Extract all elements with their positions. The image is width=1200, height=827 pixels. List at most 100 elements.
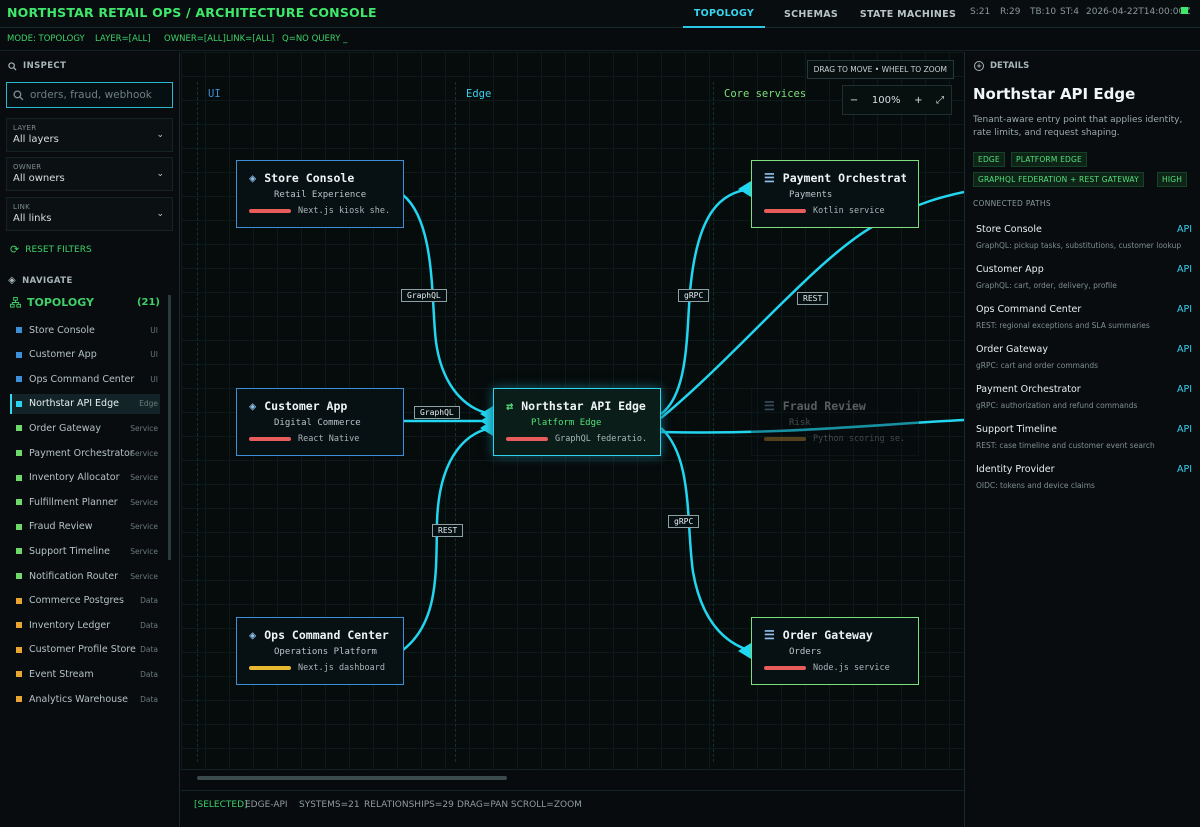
- filter-link: LINK=[ALL]: [226, 34, 275, 44]
- filter-summary-bar: MODE: TOPOLOGY LAYER=[ALL] OWNER=[ALL] L…: [0, 29, 1200, 51]
- canvas-horizontal-scrollbar[interactable]: [181, 769, 964, 789]
- owner-select[interactable]: OWNER All owners ⌄: [6, 157, 173, 191]
- sidebar-item-kind: Service: [130, 571, 158, 581]
- sidebar-item[interactable]: Customer App UI: [10, 345, 160, 365]
- fit-view-button[interactable]: ⤢: [936, 95, 944, 106]
- node-order-gateway[interactable]: ☰ Order Gateway Orders Node.js service: [751, 617, 919, 685]
- path-description: gRPC: authorization and refund commands: [976, 401, 1138, 410]
- node-customer-app[interactable]: ◈ Customer App Digital Commerce React Nat…: [236, 388, 404, 456]
- type-marker-icon: [16, 671, 22, 678]
- topology-canvas[interactable]: UI Edge Core services GraphQL GraphQL RE…: [181, 52, 964, 769]
- details-header: + DETAILS: [974, 61, 1029, 71]
- sidebar-item[interactable]: Inventory Ledger Data: [10, 615, 160, 635]
- connected-path-item[interactable]: Customer App API GraphQL: cart, order, del…: [970, 262, 1194, 300]
- footer-relationships: RELATIONSHIPS=29: [364, 800, 454, 810]
- connected-path-item[interactable]: Identity Provider API OIDC: tokens and dev…: [970, 462, 1194, 500]
- scrollbar-thumb[interactable]: [197, 776, 507, 780]
- path-name: Customer App: [976, 264, 1044, 275]
- zoom-controls: − 100% + ⤢: [842, 85, 952, 115]
- edge-store-to-api: [402, 194, 494, 416]
- sidebar-item-kind: Service: [130, 423, 158, 433]
- tab-topology[interactable]: TOPOLOGY: [683, 0, 765, 28]
- connected-path-item[interactable]: Ops Command Center API REST: regional exce…: [970, 302, 1194, 340]
- sidebar-item[interactable]: Payment Orchestrator Service: [10, 443, 160, 463]
- edge-label-customer-graphql[interactable]: GraphQL: [414, 406, 460, 419]
- reset-filters-button[interactable]: ⟳ RESET FILTERS: [10, 243, 92, 256]
- sidebar-scrollbar[interactable]: [168, 295, 171, 560]
- status-footer: [SELECTED] EDGE-API SYSTEMS=21 RELATIONS…: [181, 790, 964, 827]
- search-input[interactable]: [30, 89, 160, 101]
- sidebar-item[interactable]: Fulfillment Planner Service: [10, 492, 160, 512]
- app-title: NORTHSTAR RETAIL OPS / ARCHITECTURE CONS…: [7, 5, 377, 20]
- node-northstar-api-edge[interactable]: ⇄ Northstar API Edge Platform Edge GraphQ…: [493, 388, 661, 456]
- sidebar-item[interactable]: Commerce Postgres Data: [10, 591, 160, 611]
- type-marker-icon: [16, 597, 22, 604]
- reset-filters-label: RESET FILTERS: [25, 244, 92, 255]
- link-select[interactable]: LINK All links ⌄: [6, 197, 173, 231]
- connected-path-item[interactable]: Order Gateway API gRPC: cart and order com…: [970, 342, 1194, 380]
- edge-label-ops-rest[interactable]: REST: [432, 524, 464, 537]
- stat-state-machines: ST:4: [1060, 7, 1079, 17]
- sidebar-item[interactable]: Northstar API Edge Edge: [10, 393, 160, 414]
- path-kind: API: [1176, 264, 1192, 275]
- navigate-label: NAVIGATE: [22, 275, 73, 286]
- sidebar-item[interactable]: Store Console UI: [10, 320, 160, 340]
- owner-select-label: OWNER: [13, 163, 42, 171]
- sidebar-item-label: Payment Orchestrator: [29, 447, 134, 459]
- sidebar-item[interactable]: Notification Router Service: [10, 566, 160, 586]
- sidebar-item[interactable]: Analytics Warehouse Data: [10, 689, 160, 709]
- stat-trust-boundaries: TB:10: [1030, 7, 1057, 17]
- zoom-level: 100%: [871, 94, 901, 106]
- footer-hint: DRAG=PAN SCROLL=ZOOM: [457, 800, 582, 810]
- sidebar-item-label: Order Gateway: [29, 422, 101, 434]
- edge-label-order-grpc[interactable]: gRPC: [668, 515, 700, 528]
- sidebar-item[interactable]: Event Stream Data: [10, 664, 160, 684]
- type-marker-icon: [16, 646, 22, 653]
- sidebar-item[interactable]: Fraud Review Service: [10, 517, 160, 537]
- connected-path-item[interactable]: Support Timeline API REST: case timeline a…: [970, 422, 1194, 460]
- sidebar-item[interactable]: Support Timeline Service: [10, 541, 160, 561]
- type-marker-icon: [16, 523, 22, 530]
- edge-label-payment-grpc[interactable]: gRPC: [678, 289, 710, 302]
- node-tech: Node.js service: [813, 663, 890, 673]
- inspect-header: INSPECT: [8, 61, 66, 71]
- type-marker-icon: [16, 696, 22, 702]
- search-box[interactable]: [6, 82, 173, 108]
- stat-relationships: R:29: [1000, 7, 1021, 17]
- node-status-bar: [249, 209, 291, 213]
- node-ops-command-center[interactable]: ◈ Ops Command Center Operations Platform …: [236, 617, 404, 685]
- sidebar-item[interactable]: Customer Profile Store Data: [10, 640, 160, 660]
- sidebar-item[interactable]: Ops Command Center UI: [10, 369, 160, 389]
- sidebar-item-label: Store Console: [29, 324, 95, 336]
- sidebar-item[interactable]: Inventory Allocator Service: [10, 468, 160, 488]
- tab-state-machines[interactable]: STATE MACHINES: [856, 0, 960, 28]
- node-payment-orchestrator[interactable]: ☰ Payment Orchestrat Payments Kotlin serv…: [751, 160, 919, 228]
- node-status-bar: [249, 666, 291, 670]
- sidebar-item-label: Notification Router: [29, 570, 119, 582]
- node-store-console[interactable]: ◈ Store Console Retail Experience Next.js…: [236, 160, 404, 228]
- top-bar: NORTHSTAR RETAIL OPS / ARCHITECTURE CONS…: [0, 0, 1200, 28]
- tag-protocol: GRAPHQL FEDERATION + REST GATEWAY: [973, 172, 1144, 187]
- layer-select[interactable]: LAYER All layers ⌄: [6, 118, 173, 152]
- type-marker-icon: [16, 425, 22, 432]
- type-marker-icon: [16, 548, 22, 555]
- edge-label-rest-out[interactable]: REST: [797, 292, 829, 305]
- sidebar-item-kind: Data: [140, 620, 158, 630]
- tab-schemas[interactable]: SCHEMAS: [775, 0, 847, 28]
- connected-path-item[interactable]: Payment Orchestrator API gRPC: authorizati…: [970, 382, 1194, 420]
- zoom-in-button[interactable]: +: [914, 95, 922, 106]
- tag-platform-edge: PLATFORM EDGE: [1011, 152, 1087, 167]
- sidebar-item[interactable]: Order Gateway Service: [10, 418, 160, 438]
- edge-label-store-graphql[interactable]: GraphQL: [401, 289, 447, 302]
- connected-paths-header: CONNECTED PATHS: [973, 199, 1051, 208]
- connected-path-item[interactable]: Store Console API GraphQL: pickup tasks, s…: [970, 222, 1194, 260]
- canvas-hint: DRAG TO MOVE • WHEEL TO ZOOM: [806, 60, 954, 79]
- node-fraud-review[interactable]: ☰ Fraud Review Risk Python scoring se...: [751, 388, 919, 456]
- topology-group-header[interactable]: TOPOLOGY (21): [10, 296, 160, 309]
- topology-label: TOPOLOGY: [27, 296, 94, 309]
- stat-timestamp: 2026-04-22T14:00:00Z: [1086, 7, 1191, 17]
- details-label: DETAILS: [990, 61, 1030, 71]
- sidebar-item-label: Commerce Postgres: [29, 595, 124, 607]
- path-description: REST: regional exceptions and SLA summar…: [976, 321, 1150, 330]
- zoom-out-button[interactable]: −: [850, 95, 858, 106]
